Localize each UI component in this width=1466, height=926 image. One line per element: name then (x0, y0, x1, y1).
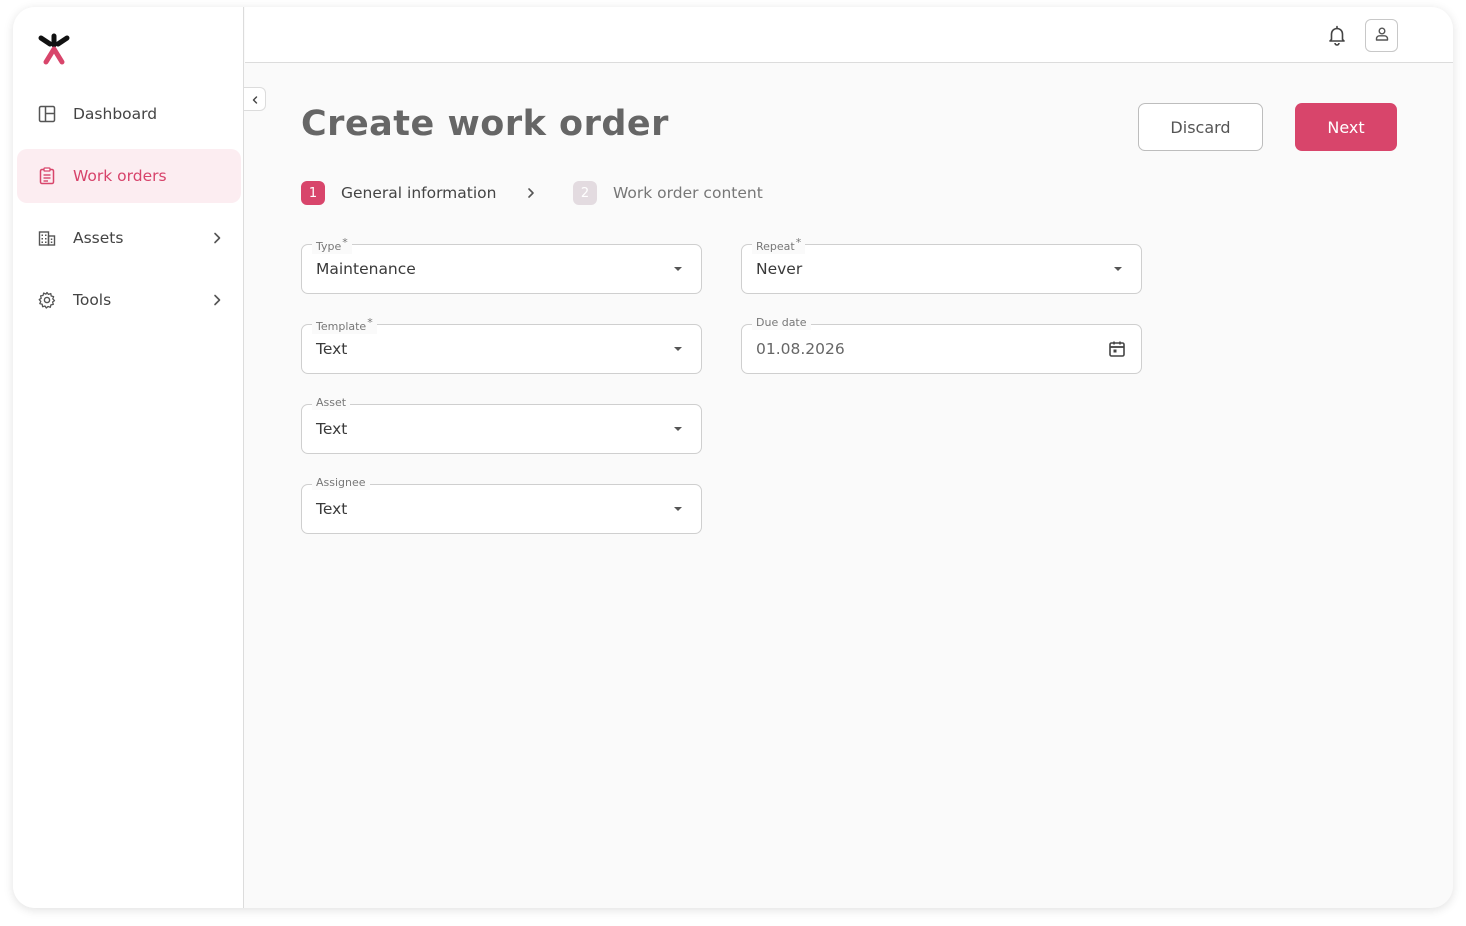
repeat-value: Never (756, 260, 803, 278)
building-icon (37, 228, 57, 248)
assignee-value: Text (316, 500, 348, 518)
chevron-right-icon (524, 185, 538, 205)
template-label: Template* (312, 316, 377, 334)
dropdown-arrow-icon (674, 347, 682, 351)
bell-icon[interactable] (1325, 23, 1349, 47)
sidebar-item-work-orders[interactable]: Work orders (17, 149, 241, 203)
sidebar-item-label: Work orders (73, 167, 167, 185)
type-value: Maintenance (316, 260, 416, 278)
sidebar: Dashboard Work orders Assets Tools (13, 7, 244, 908)
gear-icon (37, 290, 57, 310)
next-button[interactable]: Next (1295, 103, 1397, 151)
asset-label: Asset (312, 396, 351, 410)
assignee-label: Assignee (312, 476, 370, 490)
type-label: Type* (312, 236, 352, 254)
sidebar-item-assets[interactable]: Assets (17, 211, 241, 265)
dashboard-icon (37, 104, 57, 124)
due-date-label: Due date (752, 316, 811, 330)
assignee-select[interactable]: Assignee Text (301, 476, 702, 534)
template-value: Text (316, 340, 348, 358)
step-number-2: 2 (573, 181, 597, 205)
step-label-general-information[interactable]: General information (341, 184, 496, 202)
clipboard-icon (37, 166, 57, 186)
page-title: Create work order (301, 104, 669, 144)
brand-logo[interactable] (37, 32, 71, 66)
sidebar-item-label: Tools (73, 291, 112, 309)
step-label-work-order-content[interactable]: Work order content (613, 184, 763, 202)
dropdown-arrow-icon (674, 267, 682, 271)
discard-button[interactable]: Discard (1138, 103, 1263, 151)
type-select[interactable]: Type* Maintenance (301, 236, 702, 294)
due-date-value: 01.08.2026 (756, 340, 845, 358)
dropdown-arrow-icon (1114, 267, 1122, 271)
chevron-right-icon (209, 292, 225, 308)
collapse-sidebar-button[interactable] (244, 87, 266, 111)
calendar-icon[interactable] (1108, 340, 1126, 358)
due-date-field[interactable]: Due date 01.08.2026 (741, 316, 1142, 374)
chevron-left-icon (250, 90, 260, 109)
sidebar-item-dashboard[interactable]: Dashboard (17, 87, 241, 141)
repeat-select[interactable]: Repeat* Never (741, 236, 1142, 294)
sidebar-item-label: Assets (73, 229, 124, 247)
sidebar-item-tools[interactable]: Tools (17, 273, 241, 327)
sidebar-item-label: Dashboard (73, 105, 158, 123)
repeat-label: Repeat* (752, 236, 806, 254)
user-menu-button[interactable] (1365, 19, 1398, 52)
chevron-right-icon (209, 230, 225, 246)
top-bar (245, 7, 1453, 63)
template-select[interactable]: Template* Text (301, 316, 702, 374)
asset-select[interactable]: Asset Text (301, 396, 702, 454)
dropdown-arrow-icon (674, 507, 682, 511)
dropdown-arrow-icon (674, 427, 682, 431)
step-number-1: 1 (301, 181, 325, 205)
user-icon (1374, 26, 1390, 46)
app-window: Dashboard Work orders Assets Tools Creat… (13, 7, 1453, 908)
asset-value: Text (316, 420, 348, 438)
